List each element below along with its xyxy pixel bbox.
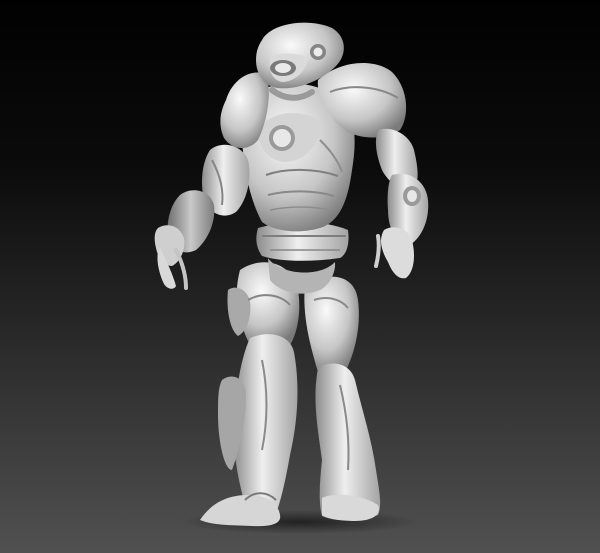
left-leg (200, 262, 300, 527)
viewport-canvas[interactable] (0, 0, 600, 553)
robot-sculpt-figure (154, 22, 429, 534)
right-leg (304, 276, 381, 521)
